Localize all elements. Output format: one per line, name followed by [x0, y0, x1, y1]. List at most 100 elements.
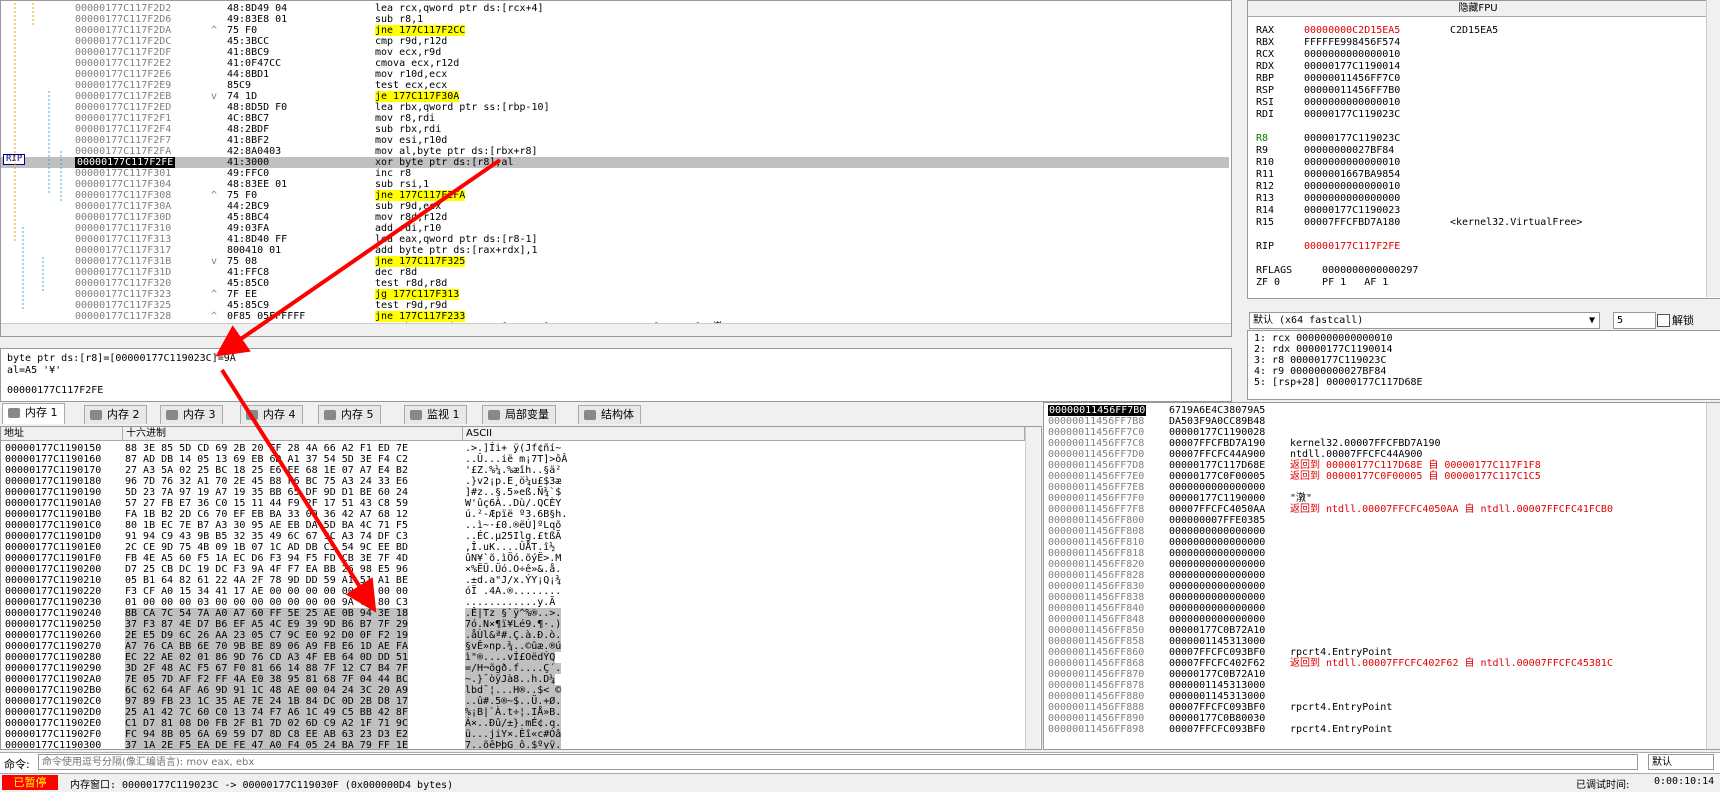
dump-hex[interactable]: C1 D7 81 08 D0 FB 2F B1 7D 02 6D C9 A2 1… — [125, 718, 408, 729]
dump-ascii[interactable]: ú.²-Æpïë º3.6B§h. — [465, 509, 567, 520]
dump-address[interactable]: 00000177C11902E0 — [5, 718, 101, 729]
disasm-address[interactable]: 00000177C117F2F7 — [75, 135, 171, 146]
stack-value[interactable]: 00000177C1190000 — [1169, 493, 1265, 504]
registers-pane[interactable]: 隐藏FPU RAX 00000000C2D15EA5 C2D15EA5 RBX FFFF… — [1247, 0, 1720, 299]
dump-row[interactable]: 00000177C11902D0 25 A1 42 7C 60 C0 13 74 … — [1, 707, 1021, 718]
register-value[interactable]: 00000000C2D15EA5 — [1304, 25, 1400, 37]
tab-locals[interactable]: 局部变量 — [482, 405, 556, 424]
stack-value[interactable]: 00007FFCFBD7A190 — [1169, 438, 1265, 449]
disasm-instruction[interactable]: cmova ecx,r12d — [375, 58, 459, 69]
disasm-instruction[interactable]: test ecx,ecx — [375, 80, 447, 91]
stack-row[interactable]: 00000011456FF7F8 00007FFCFC4050AA 返回到 ntdl… — [1044, 504, 1699, 515]
register-row[interactable]: R12 0000000000000010 — [1256, 181, 1696, 193]
dump-hex[interactable]: 96 7D 76 32 A1 70 2E 45 B8 F6 BC 75 A3 2… — [125, 476, 408, 487]
dump-address[interactable]: 00000177C1190200 — [5, 564, 101, 575]
stack-address[interactable]: 00000011456FF7E8 — [1048, 482, 1144, 493]
disasm-instruction[interactable]: jne 177C117F325 — [375, 256, 466, 267]
tab-memory-3[interactable]: 内存 3 — [160, 405, 223, 424]
dump-row[interactable]: 00000177C1190150 88 3E 85 5D CD 69 2B 20 … — [1, 443, 1021, 454]
disasm-instruction[interactable]: lea eax,qword ptr ds:[r8-1] — [375, 234, 538, 245]
dump-ascii[interactable]: ............y.Ã — [465, 597, 555, 608]
call-convention-select[interactable]: 默认 (x64 fastcall) ▼ — [1249, 312, 1600, 329]
disasm-address[interactable]: 00000177C117F323 — [75, 289, 171, 300]
dump-row[interactable]: 00000177C1190160 87 AD DB 14 05 13 69 EB … — [1, 454, 1021, 465]
dump-row[interactable]: 00000177C1190280 EC 22 AE 02 01 86 9D 76 … — [1, 652, 1021, 663]
disasm-instruction[interactable]: mov r8d,r12d — [375, 212, 447, 223]
stack-address[interactable]: 00000011456FF7F0 — [1048, 493, 1144, 504]
dump-ascii[interactable]: '£Z.%¼.%æîh..§ä² — [465, 465, 561, 476]
disasm-address[interactable]: 00000177C117F2FA — [75, 146, 171, 157]
stack-value[interactable]: 0000000000000000 — [1169, 548, 1265, 559]
dump-address[interactable]: 00000177C1190230 — [5, 597, 101, 608]
disasm-address[interactable]: 00000177C117F328 — [75, 311, 171, 322]
register-row[interactable]: RSP 00000011456FF7B0 — [1256, 85, 1696, 97]
disasm-instruction[interactable]: je 177C117F30A — [375, 91, 460, 102]
disasm-row[interactable]: 00000177C117F2F7 41:8BF2 mov esi,r10d — [1, 135, 1229, 146]
register-value[interactable]: 0000000000000010 — [1304, 157, 1400, 169]
dump-ascii[interactable]: ..ì~·£0.®ëÚ]ºLqõ — [465, 520, 561, 531]
disasm-row[interactable]: v 00000177C117F31B 75 08 jne 177C117F325 — [1, 256, 1229, 267]
tab-memory-5[interactable]: 内存 5 — [318, 405, 381, 424]
dump-address[interactable]: 00000177C1190150 — [5, 443, 101, 454]
register-row[interactable] — [1256, 121, 1696, 133]
disasm-instruction[interactable]: mov al,byte ptr ds:[rbx+r8] — [375, 146, 538, 157]
dump-row[interactable]: 00000177C11901C0 80 1B EC 7E B7 A3 30 95 … — [1, 520, 1021, 531]
stack-row[interactable]: 00000011456FF7D0 00007FFCFC44A900 ntdll.00… — [1044, 449, 1699, 460]
stack-row[interactable]: 00000011456FF7B8 DA503F9A0CC89B48 — [1044, 416, 1699, 427]
register-row[interactable]: RDX 00000177C1190014 — [1256, 61, 1696, 73]
dump-hex[interactable]: FA 1B B2 2D C6 70 EF EB BA 33 09 36 42 A… — [125, 509, 408, 520]
dump-address[interactable]: 00000177C1190170 — [5, 465, 101, 476]
dump-address[interactable]: 00000177C11901B0 — [5, 509, 101, 520]
dump-address[interactable]: 00000177C11901A0 — [5, 498, 101, 509]
register-value[interactable]: 0000000000000000 — [1304, 193, 1400, 205]
dump-hex[interactable]: 2C CE 9D 75 4B 09 1B 07 1C AD DB C5 54 9… — [125, 542, 408, 553]
disasm-instruction[interactable]: test r8d,r8d — [375, 278, 447, 289]
stack-row[interactable]: 00000011456FF850 00000177C0B72A10 — [1044, 625, 1699, 636]
dump-ascii[interactable]: ..û#.5®~$..Ü.+Ø. — [465, 696, 562, 707]
dump-ascii[interactable]: ì"®....vÍ£OëdÝQ — [465, 652, 556, 663]
tab-struct[interactable]: 结构体 — [578, 405, 641, 424]
tab-memory-1[interactable]: 内存 1 — [2, 403, 65, 424]
disasm-row[interactable]: 00000177C117F304 48:83EE 01 sub rsi,1 — [1, 179, 1229, 190]
disasm-address[interactable]: 00000177C117F308 — [75, 190, 171, 201]
stack-row[interactable]: 00000011456FF840 0000000000000000 — [1044, 603, 1699, 614]
disasm-address[interactable]: 00000177C117F30A — [75, 201, 171, 212]
disasm-address[interactable]: 00000177C117F2E2 — [75, 58, 171, 69]
disasm-instruction[interactable]: mov esi,r10d — [375, 135, 447, 146]
dump-hex[interactable]: 2E E5 D9 6C 26 AA 23 05 C7 9C E0 92 D0 0… — [125, 630, 408, 641]
stack-value[interactable]: 00007FFCFC4050AA — [1169, 504, 1265, 515]
dump-address[interactable]: 00000177C11901F0 — [5, 553, 101, 564]
stack-value[interactable]: 00000177C0F00005 — [1169, 471, 1265, 482]
dump-row[interactable]: 00000177C1190220 F3 CF A0 15 34 41 17 AE … — [1, 586, 1021, 597]
stack-address[interactable]: 00000011456FF888 — [1048, 702, 1144, 713]
memory-dump-pane[interactable]: 地址 十六进制 ASCII 00000177C1190150 88 3E 85 5… — [0, 426, 1042, 750]
dump-ascii[interactable]: =/H¬õgð.f....Ç´. — [465, 663, 562, 674]
dump-row[interactable]: 00000177C1190300 37 1A 2E F5 EA DE FE 47 … — [1, 740, 1021, 749]
dump-address[interactable]: 00000177C11901C0 — [5, 520, 101, 531]
dump-hex[interactable]: 37 1A 2E F5 EA DE FE 47 A0 F4 05 24 BA 7… — [125, 740, 408, 749]
dump-hex[interactable]: FC 94 8B 05 6A 69 59 D7 8D C8 EE AB 63 2… — [125, 729, 408, 740]
register-row[interactable]: R8 00000177C119023C — [1256, 133, 1696, 145]
stack-address[interactable]: 00000011456FF860 — [1048, 647, 1144, 658]
stack-address[interactable]: 00000011456FF828 — [1048, 570, 1144, 581]
disassembly-pane[interactable]: 00000177C117F2D2 48:8D49 04 lea rcx,qword … — [0, 0, 1232, 337]
disasm-instruction[interactable]: jne 177C117F233 — [375, 311, 466, 322]
disasm-address[interactable]: 00000177C117F2DC — [75, 36, 171, 47]
disasm-instruction[interactable]: mov r10d,ecx — [375, 69, 447, 80]
dump-row[interactable]: 00000177C1190200 D7 25 CB DC 19 DC F3 9A … — [1, 564, 1021, 575]
dump-ascii[interactable]: .åÙl&ª#.Ç.à.Ð.ò. — [465, 630, 562, 641]
register-row[interactable]: RSI 0000000000000010 — [1256, 97, 1696, 109]
stack-arg-row[interactable]: 5: [rsp+28] 00000177C117D68E — [1254, 377, 1423, 388]
dump-address[interactable]: 00000177C1190300 — [5, 740, 101, 749]
register-value[interactable]: 00000177C1190023 — [1304, 205, 1400, 217]
dump-ascii[interactable]: §vÊ»np.¾..©ûæ.®ú — [465, 641, 562, 652]
disasm-instruction[interactable]: dec r8d — [375, 267, 417, 278]
register-value[interactable]: 0000000000000010 — [1304, 181, 1400, 193]
stack-address[interactable]: 00000011456FF880 — [1048, 691, 1144, 702]
stack-address[interactable]: 00000011456FF808 — [1048, 526, 1144, 537]
disasm-row[interactable]: 00000177C117F2DF 41:8BC9 mov ecx,r9d — [1, 47, 1229, 58]
stack-row[interactable]: 00000011456FF800 000000007FFE0385 — [1044, 515, 1699, 526]
dump-row[interactable]: 00000177C1190170 27 A3 5A 02 25 BC 18 25 … — [1, 465, 1021, 476]
dump-ascii[interactable]: ..ÉC.µ25Ilg.£tßÃ — [465, 531, 561, 542]
stack-row[interactable]: 00000011456FF878 0000001145313000 — [1044, 680, 1699, 691]
